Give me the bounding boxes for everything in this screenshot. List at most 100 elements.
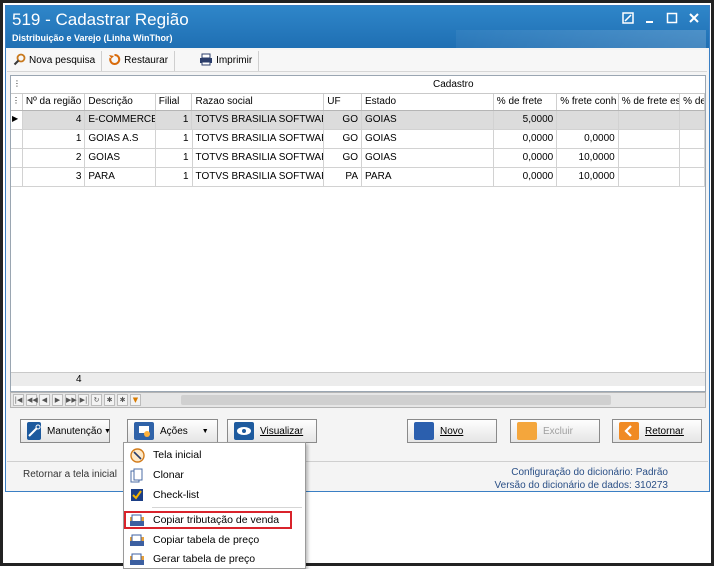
prev-page-icon[interactable]: ◀◀: [26, 394, 38, 406]
cell-region-id: 4: [22, 111, 86, 129]
cell-region-id: 2: [23, 149, 86, 167]
title-bar: 519 - Cadastrar Região Distribuição e Va…: [6, 6, 709, 48]
column-header[interactable]: UF: [324, 94, 362, 110]
cell-razao-social: TOTVS BRASILIA SOFTWARE -: [192, 111, 325, 129]
search-icon: [13, 53, 26, 69]
table-row[interactable]: 3 PARA 1 TOTVS BRASILIA SOFTWARE - PA PA…: [11, 168, 705, 187]
grid-navigator: |◀ ◀◀ ◀ ▶ ▶▶ ▶| ↻ ✱ ✱ ▼: [10, 392, 706, 408]
column-header[interactable]: Filial: [156, 94, 193, 110]
grid-column-headers: ⋮ Nº da região Descrição Filial Razao so…: [11, 94, 705, 111]
window-subtitle: Distribuição e Varejo (Linha WinThor): [12, 33, 173, 43]
cell-estado: GOIAS: [361, 111, 494, 129]
column-header[interactable]: % frete conh: [557, 94, 619, 110]
new-record-icon: [414, 422, 434, 440]
highlight-box: [124, 511, 292, 529]
close-icon[interactable]: [687, 12, 701, 26]
menu-item-checklist[interactable]: Check-list: [124, 485, 305, 505]
row-indicator: [11, 168, 23, 186]
actions-gear-icon: [134, 422, 154, 440]
filter-clear-icon[interactable]: ✱: [117, 394, 128, 406]
new-search-label: Nova pesquisa: [29, 55, 96, 66]
cell-estado: GOIAS: [362, 130, 494, 148]
menu-item-label: Clonar: [153, 469, 184, 481]
maximize-icon[interactable]: [665, 12, 679, 26]
cell-frete: 0,0000: [494, 149, 558, 167]
cell-frete-es: [619, 130, 681, 148]
cell-uf: GO: [324, 130, 362, 148]
chevron-down-icon[interactable]: ▼: [104, 428, 111, 435]
toolbar: Nova pesquisa Restaurar Imprimir: [7, 50, 707, 72]
return-label: Retornar: [645, 425, 684, 437]
cell-frete: 0,0000: [494, 130, 558, 148]
menu-item-label: Check-list: [153, 489, 200, 501]
cell-frete: 5,0000: [493, 111, 558, 129]
next-page-icon[interactable]: ▶▶: [65, 394, 77, 406]
version-label: Versão do dicionário de dados:: [494, 480, 632, 491]
restore-button[interactable]: Restaurar: [102, 50, 176, 71]
action-bar: Manutenção ▼ Ações ▼ Visualizar Novo Exc…: [7, 410, 708, 458]
menu-item-home[interactable]: Tela inicial: [124, 445, 305, 465]
config-label: Configuração do dicionário:: [511, 467, 633, 478]
row-indicator-header: ⋮: [11, 94, 23, 110]
cell-region-id: 1: [23, 130, 86, 148]
column-header[interactable]: % de frete: [494, 94, 558, 110]
cell-razao-social: TOTVS BRASILIA SOFTWARE -: [193, 168, 325, 186]
cell-description: E-COMMERCE: [85, 111, 156, 129]
prev-record-icon[interactable]: ◀: [39, 394, 50, 406]
table-row[interactable]: ▶ 4 E-COMMERCE 1 TOTVS BRASILIA SOFTWARE…: [11, 111, 705, 130]
horizontal-scrollbar[interactable]: [181, 395, 611, 405]
last-record-icon[interactable]: ▶|: [78, 394, 89, 406]
column-options-icon[interactable]: ⋮: [13, 79, 21, 88]
view-label: Visualizar: [260, 425, 304, 437]
restore-label: Restaurar: [124, 55, 169, 66]
bookmark-icon[interactable]: ✱: [104, 394, 115, 406]
minimize-icon[interactable]: [643, 12, 657, 26]
column-header[interactable]: Estado: [362, 94, 494, 110]
menu-item-clone[interactable]: Clonar: [124, 465, 305, 485]
restore-icon: [108, 53, 121, 69]
next-record-icon[interactable]: ▶: [52, 394, 63, 406]
menu-item-label: Gerar tabela de preço: [153, 553, 256, 565]
column-header[interactable]: % de: [680, 94, 705, 110]
row-indicator: [11, 130, 23, 148]
return-button[interactable]: Retornar: [612, 419, 702, 443]
refresh-icon[interactable]: ↻: [91, 394, 102, 406]
clone-icon: [129, 467, 145, 483]
maintenance-icon: [27, 422, 41, 440]
actions-label: Ações: [160, 425, 188, 437]
cell-extra: [680, 130, 705, 148]
maintenance-button[interactable]: Manutenção ▼: [20, 419, 111, 443]
column-header[interactable]: Descrição: [85, 94, 156, 110]
new-search-button[interactable]: Nova pesquisa: [7, 50, 103, 71]
cell-estado: PARA: [362, 168, 494, 186]
status-bar: Retornar a tela inicial Configuração do …: [7, 461, 708, 491]
column-header[interactable]: Nº da região: [23, 94, 86, 110]
cell-uf: GO: [324, 149, 362, 167]
edit-icon[interactable]: [621, 12, 635, 26]
folder-copy-icon: [129, 532, 145, 548]
delete-button[interactable]: Excluir: [510, 419, 600, 443]
actions-button[interactable]: Ações ▼: [127, 419, 218, 443]
chevron-down-icon[interactable]: ▼: [202, 428, 209, 435]
print-button[interactable]: Imprimir: [193, 50, 260, 71]
printer-icon: [199, 53, 213, 69]
cell-frete-conh: [557, 111, 619, 129]
config-value: Padrão: [635, 467, 668, 478]
column-header[interactable]: % de frete es: [619, 94, 681, 110]
back-arrow-icon: [619, 422, 639, 440]
first-record-icon[interactable]: |◀: [13, 394, 24, 406]
cell-frete-es: [619, 149, 681, 167]
cell-filial: 1: [155, 111, 193, 129]
column-header[interactable]: Razao social: [192, 94, 325, 110]
new-button[interactable]: Novo: [407, 419, 497, 443]
table-row[interactable]: 2 GOIAS 1 TOTVS BRASILIA SOFTWARE - GO G…: [11, 149, 705, 168]
title-decoration: [456, 30, 706, 48]
view-button[interactable]: Visualizar: [227, 419, 317, 443]
menu-item-generate-price-table[interactable]: Gerar tabela de preço: [124, 549, 305, 569]
screenshot-frame: 519 - Cadastrar Região Distribuição e Va…: [0, 0, 714, 569]
table-row[interactable]: 1 GOIAS A.S 1 TOTVS BRASILIA SOFTWARE - …: [11, 130, 705, 149]
menu-item-copy-price-table[interactable]: Copiar tabela de preço: [124, 530, 305, 550]
cell-description: GOIAS A.S: [85, 130, 156, 148]
grid-footer: 4: [11, 372, 705, 386]
filter-icon[interactable]: ▼: [130, 394, 141, 406]
